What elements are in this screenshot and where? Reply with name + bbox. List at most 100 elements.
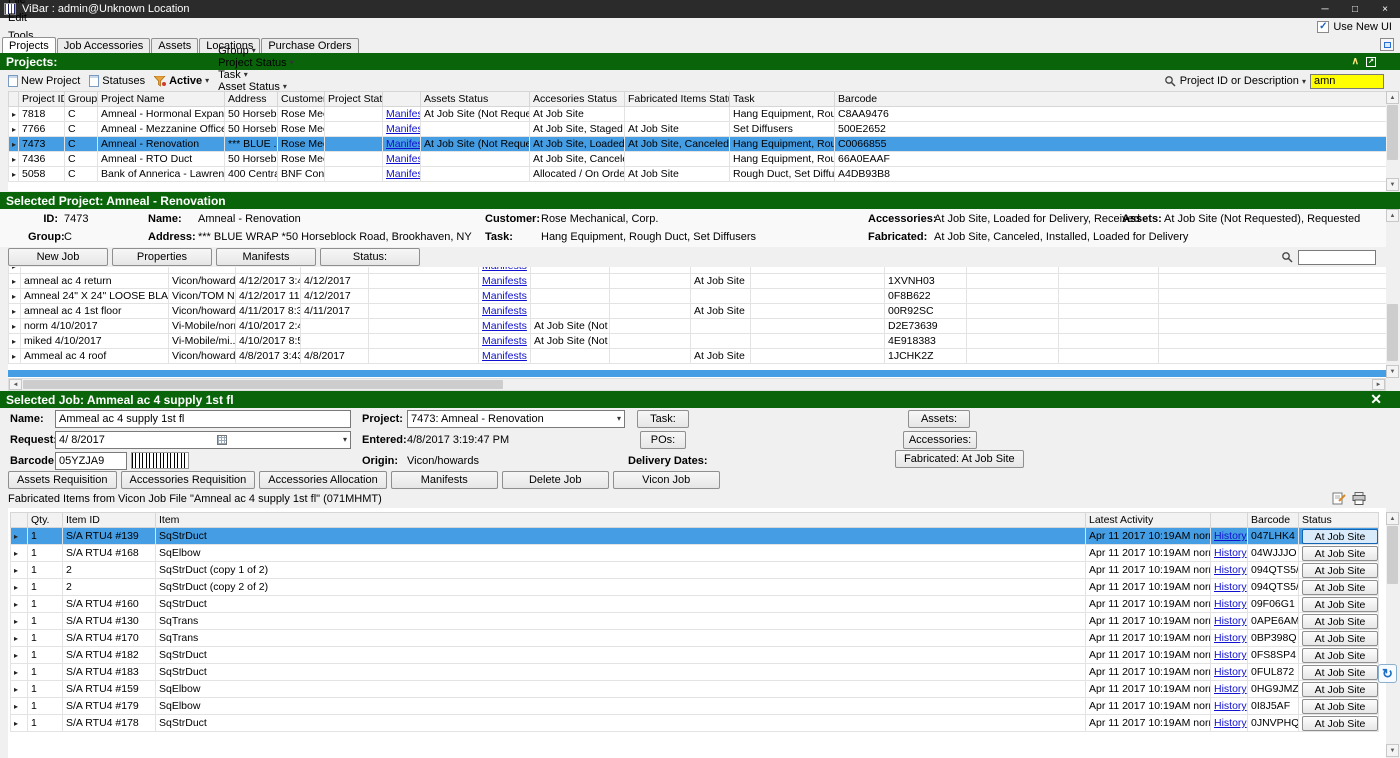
project-action-button[interactable]: Status:	[320, 248, 420, 266]
tab-assets[interactable]: Assets	[151, 38, 198, 53]
scroll-thumb[interactable]	[1387, 304, 1398, 361]
job-row-selected-partial[interactable]	[8, 370, 1386, 377]
fab-item-row[interactable]: ▸ 1 S/A RTU4 #160 SqStrDuct Apr 11 2017 …	[11, 596, 1379, 613]
col-group[interactable]: Group	[65, 92, 98, 107]
menu-item[interactable]: Edit	[0, 9, 42, 27]
projects-scrollbar[interactable]: ▲ ▼	[1386, 91, 1399, 191]
pos-button[interactable]: POs:	[640, 431, 686, 449]
project-action-button[interactable]: Properties	[112, 248, 212, 266]
project-row[interactable]: ▸ 7818 C Amneal - Hormonal Expansion 50 …	[9, 107, 1387, 122]
job-action-button[interactable]: Delete Job	[502, 471, 609, 489]
manifests-link[interactable]: Manifests	[386, 153, 421, 165]
fabricated-scrollbar[interactable]: ▲ ▼	[1386, 508, 1399, 757]
tab-projects[interactable]: Projects	[2, 37, 56, 53]
history-link[interactable]: History	[1214, 530, 1247, 542]
item-status-button[interactable]: At Job Site	[1302, 665, 1378, 680]
collapse-icon[interactable]: ∧	[1352, 57, 1359, 67]
fabricated-status-button[interactable]: Fabricated: At Job Site	[895, 450, 1024, 468]
col-assets-status[interactable]: Assets Status	[421, 92, 530, 107]
history-link[interactable]: History	[1214, 632, 1247, 644]
job-action-button[interactable]: Accessories Allocation	[259, 471, 386, 489]
item-status-button[interactable]: At Job Site	[1302, 529, 1378, 544]
col-latest-activity[interactable]: Latest Activity	[1086, 513, 1211, 528]
fab-item-row[interactable]: ▸ 1 S/A RTU4 #139 SqStrDuct Apr 11 2017 …	[11, 528, 1379, 545]
job-row[interactable]: ▸ norm 4/10/2017 Vi-Mobile/norm 4/10/201…	[9, 319, 1387, 334]
barcode-field[interactable]	[55, 452, 127, 470]
col-accessories-status[interactable]: Accesories Status	[530, 92, 625, 107]
item-status-button[interactable]: At Job Site	[1302, 631, 1378, 646]
job-name-field[interactable]	[55, 410, 351, 428]
col-manifests[interactable]	[383, 92, 421, 107]
manifests-link[interactable]: Manifests	[386, 123, 421, 135]
job-row[interactable]: ▸ amneal ac 4 1st floor Vicon/howards 4/…	[9, 304, 1387, 319]
use-new-ui-toggle[interactable]: ✓ Use New UI	[1317, 21, 1400, 33]
item-status-button[interactable]: At Job Site	[1302, 614, 1378, 629]
fab-item-row[interactable]: ▸ 1 S/A RTU4 #170 SqTrans Apr 11 2017 10…	[11, 630, 1379, 647]
scroll-thumb[interactable]	[1387, 105, 1398, 160]
manifests-link[interactable]: Manifests	[386, 138, 421, 150]
col-fabricated-status[interactable]: Fabricated Items Status	[625, 92, 730, 107]
minimize-button[interactable]: ─	[1310, 0, 1340, 18]
fab-item-row[interactable]: ▸ 1 S/A RTU4 #178 SqStrDuct Apr 11 2017 …	[11, 715, 1379, 732]
scroll-thumb[interactable]	[23, 380, 503, 389]
col-item-id[interactable]: Item ID	[63, 513, 156, 528]
assets-button[interactable]: Assets:	[908, 410, 970, 428]
project-action-button[interactable]: Manifests	[216, 248, 316, 266]
project-row[interactable]: ▸ 7766 C Amneal - Mezzanine Offices 50 H…	[9, 122, 1387, 137]
history-link[interactable]: History	[1214, 547, 1247, 559]
job-row[interactable]: ▸ amneal ac 4 return Vicon/howards 4/12/…	[9, 274, 1387, 289]
request-date-picker[interactable]: 4/ 8/2017 ▾	[55, 431, 351, 449]
fab-item-row[interactable]: ▸ 1 2 SqStrDuct (copy 1 of 2) Apr 11 201…	[11, 562, 1379, 579]
history-link[interactable]: History	[1214, 683, 1247, 695]
col-address[interactable]: Address	[225, 92, 278, 107]
manifests-link[interactable]: Manifests	[482, 275, 527, 287]
col-item[interactable]: Item	[156, 513, 1086, 528]
manifests-link[interactable]: Manifests	[482, 290, 527, 302]
project-row[interactable]: ▸ 5058 C Bank of Annerica - Lawrence 400…	[9, 167, 1387, 182]
print-icon[interactable]	[1352, 492, 1366, 505]
item-status-button[interactable]: At Job Site	[1302, 597, 1378, 612]
project-action-button[interactable]: New Job	[8, 248, 108, 266]
scroll-up-icon[interactable]: ▲	[1386, 512, 1399, 525]
active-filter-dropdown[interactable]: Active ▾	[154, 75, 209, 87]
item-status-button[interactable]: At Job Site	[1302, 563, 1378, 578]
fab-item-row[interactable]: ▸ 1 S/A RTU4 #130 SqTrans Apr 11 2017 10…	[11, 613, 1379, 630]
filter-dropdown[interactable]: Task ▾	[218, 69, 319, 81]
tab-job-accessories[interactable]: Job Accessories	[57, 38, 150, 53]
scroll-down-icon[interactable]: ▼	[1386, 178, 1399, 191]
popout-icon[interactable]: ↗	[1366, 57, 1376, 67]
task-button[interactable]: Task:	[637, 410, 689, 428]
manifests-link[interactable]: Manifests	[482, 335, 527, 347]
fab-item-row[interactable]: ▸ 1 S/A RTU4 #179 SqElbow Apr 11 2017 10…	[11, 698, 1379, 715]
scroll-up-icon[interactable]: ▲	[1386, 91, 1399, 104]
job-row[interactable]: ▸ miked 4/10/2017 Vi-Mobile/mi... 4/10/2…	[9, 334, 1387, 349]
fab-item-row[interactable]: ▸ 1 S/A RTU4 #182 SqStrDuct Apr 11 2017 …	[11, 647, 1379, 664]
manifests-link[interactable]: Manifests	[386, 168, 421, 180]
manifests-link[interactable]: Manifests	[482, 267, 527, 272]
history-link[interactable]: History	[1214, 700, 1247, 712]
projects-search-input[interactable]	[1310, 74, 1384, 89]
item-status-button[interactable]: At Job Site	[1302, 648, 1378, 663]
close-job-icon[interactable]: ✕	[1370, 391, 1394, 408]
filter-dropdown[interactable]: Group ▾	[218, 45, 319, 57]
fab-item-row[interactable]: ▸ 1 S/A RTU4 #168 SqElbow Apr 11 2017 10…	[11, 545, 1379, 562]
fab-item-row[interactable]: ▸ 1 2 SqStrDuct (copy 2 of 2) Apr 11 201…	[11, 579, 1379, 596]
scroll-down-icon[interactable]: ▼	[1386, 744, 1399, 757]
job-action-button[interactable]: Vicon Job	[613, 471, 720, 489]
manifests-link[interactable]: Manifests	[482, 305, 527, 317]
jobs-search-input[interactable]	[1298, 250, 1376, 265]
close-button[interactable]: ×	[1370, 0, 1400, 18]
col-project-id[interactable]: Project ID	[19, 92, 65, 107]
col-status[interactable]: Status	[1299, 513, 1379, 528]
maximize-button[interactable]: □	[1340, 0, 1370, 18]
history-link[interactable]: History	[1214, 615, 1247, 627]
history-link[interactable]: History	[1214, 666, 1247, 678]
col-history[interactable]	[1211, 513, 1248, 528]
item-status-button[interactable]: At Job Site	[1302, 682, 1378, 697]
job-action-button[interactable]: Assets Requisition	[8, 471, 117, 489]
jobs-horizontal-scrollbar[interactable]: ◄ ►	[8, 378, 1386, 391]
item-status-button[interactable]: At Job Site	[1302, 699, 1378, 714]
col-barcode[interactable]: Barcode	[835, 92, 1387, 107]
search-scope-dropdown[interactable]: Project ID or Description ▾	[1180, 75, 1306, 87]
new-project-button[interactable]: New Project	[8, 75, 80, 87]
